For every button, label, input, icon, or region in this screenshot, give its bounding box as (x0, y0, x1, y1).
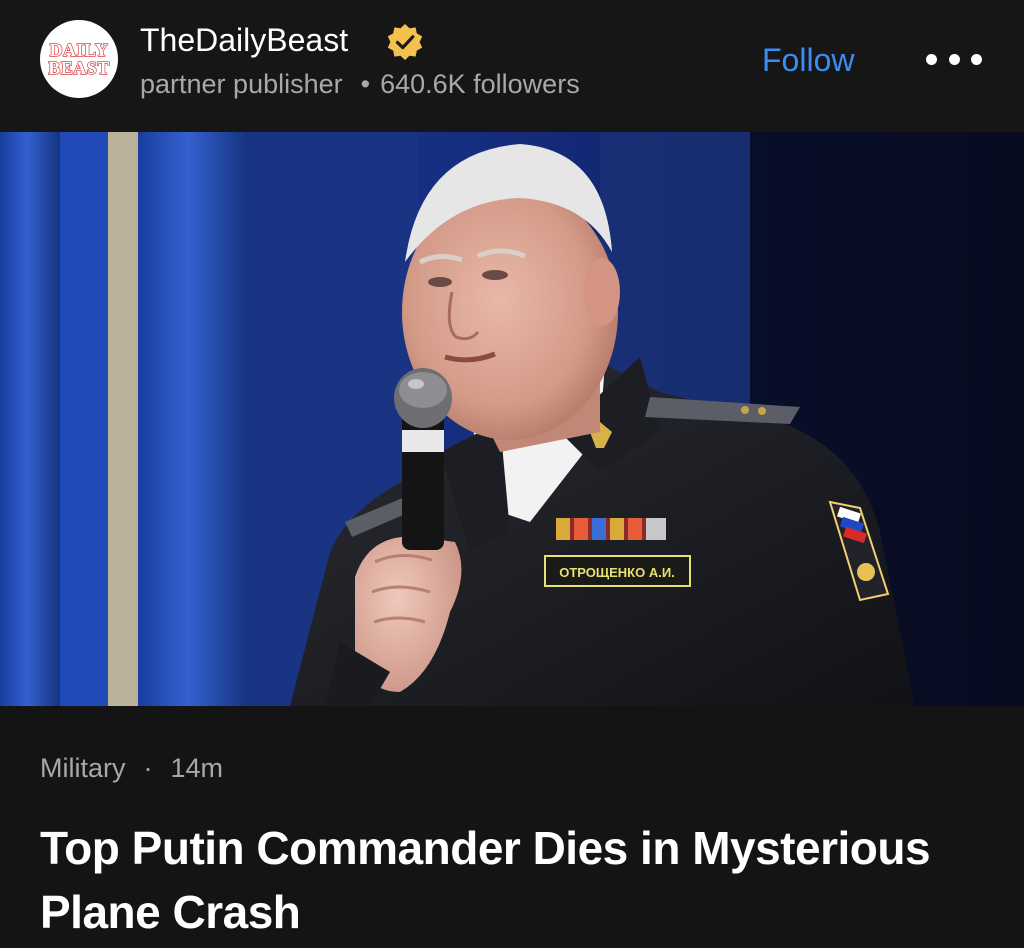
medal-ribbons (556, 518, 666, 540)
follower-count: 640.6K followers (380, 69, 580, 99)
microphone-icon (394, 368, 452, 550)
curtain-fold (0, 132, 60, 706)
article-timestamp: 14m (170, 753, 224, 783)
name-tag-text: ОТРОЩЕНКО А.И. (559, 565, 675, 580)
publisher-name[interactable]: TheDailyBeast (140, 20, 348, 60)
more-dot (926, 53, 937, 65)
article-category[interactable]: Military (40, 753, 126, 783)
subline-separator: • (360, 69, 371, 99)
shoulder-star (741, 406, 749, 414)
logo-word-top: DAILY (49, 40, 109, 60)
more-dot (971, 53, 982, 65)
article-photo[interactable]: ОТРОЩЕНКО А.И. (0, 132, 1024, 706)
follow-button[interactable]: Follow (762, 38, 854, 82)
verified-badge-icon (385, 22, 425, 62)
curtain-fold (138, 132, 248, 706)
publisher-subline: partner publisher • 640.6K followers (140, 66, 580, 102)
more-dot (948, 53, 960, 65)
shoulder-star (758, 407, 766, 415)
logo-word-bottom: BEAST (48, 58, 110, 78)
curtain-gap (108, 132, 138, 706)
article-headline[interactable]: Top Putin Commander Dies in Mysterious P… (40, 816, 990, 944)
name-tag: ОТРОЩЕНКО А.И. (544, 555, 691, 587)
curtain-fold (60, 132, 110, 706)
publisher-header: DAILY BEAST TheDailyBeast partner publis… (0, 0, 1024, 132)
more-options-icon[interactable] (926, 44, 982, 74)
meta-separator: · (143, 753, 153, 783)
article-meta: Military · 14m (40, 750, 223, 786)
publisher-logo[interactable]: DAILY BEAST (40, 20, 118, 98)
publisher-label: partner publisher (140, 69, 343, 99)
